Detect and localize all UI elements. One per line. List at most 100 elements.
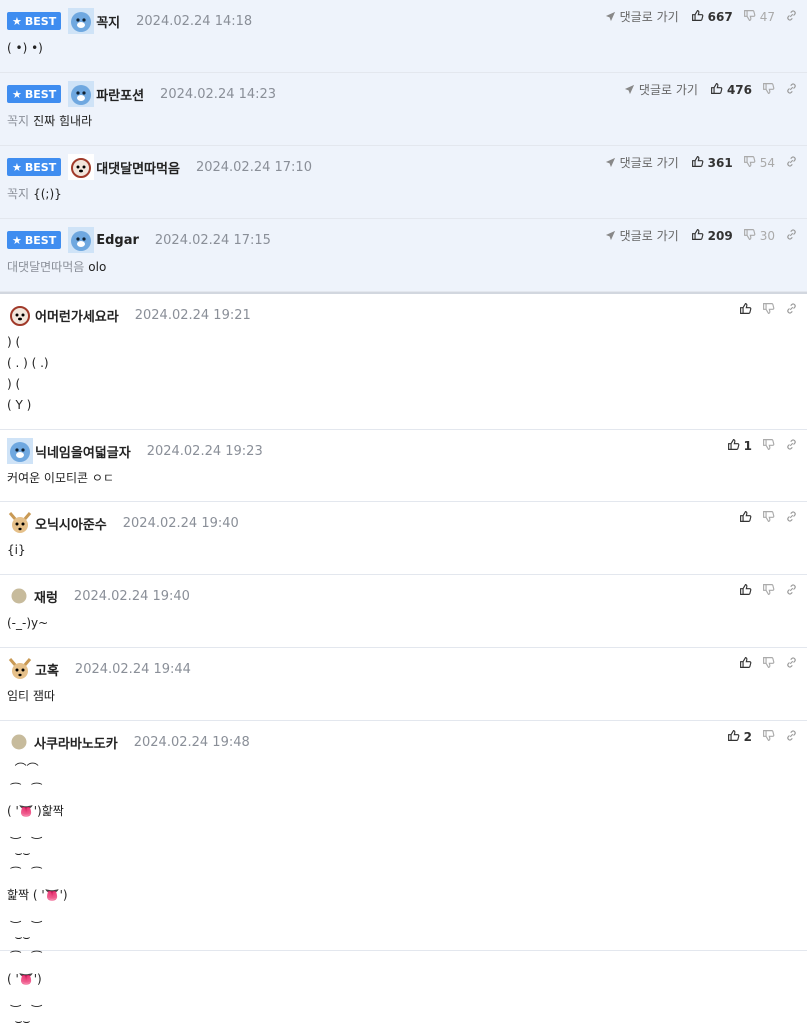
thumbs-down-icon [762,729,775,745]
dislike-button[interactable]: 30 [743,228,775,244]
thumbs-up-icon [727,438,740,454]
chihuahua-avatar[interactable] [7,656,33,682]
dislike-button[interactable] [762,583,775,599]
link-icon [785,729,798,745]
like-button[interactable] [739,656,752,672]
default-avatar[interactable] [11,588,27,604]
comment-header: ★ BEST 대댓달면따먹음 2024.02.24 17:10 [7,154,312,180]
like-button[interactable]: 1 [727,438,752,454]
dislike-button[interactable]: 47 [743,9,775,25]
mention-nickname[interactable]: 대댓달면따먹음 [7,260,84,274]
nickname[interactable]: 파란포션 [96,85,144,104]
thumbs-down-icon [762,82,775,98]
share-link-button[interactable] [785,510,798,526]
share-link-button[interactable] [785,155,798,171]
blue-bear-avatar[interactable] [68,81,95,107]
dislike-count: 47 [759,9,775,24]
like-button[interactable]: 209 [691,228,733,244]
comment-header: 사쿠라바노도카 2024.02.24 19:48 [7,729,250,755]
like-count: 209 [707,228,733,243]
comment-header: 고혹 2024.02.24 19:44 [7,656,191,682]
dislike-count: 30 [759,228,775,243]
comment-text: 진짜 힘내라 [33,114,93,128]
comment-body: 대댓달면따먹음 olo [7,257,106,278]
dislike-button[interactable] [762,729,775,745]
share-link-button[interactable] [785,82,798,98]
link-icon [785,82,798,98]
thumbs-up-icon [691,9,704,25]
best-badge-label: BEST [24,160,57,174]
thumbs-down-icon [743,9,756,25]
chihuahua-avatar[interactable] [7,510,33,536]
nickname[interactable]: 고혹 [35,660,59,679]
comment-date: 2024.02.24 19:23 [146,443,263,459]
dislike-button[interactable] [762,82,775,98]
reply-link-button[interactable]: 댓글로 가기 [605,154,679,171]
thumbs-up-icon [739,302,752,318]
reply-link-button[interactable]: 댓글로 가기 [605,8,679,25]
thumbs-up-icon [739,656,752,672]
blue-bear-avatar[interactable] [7,438,33,464]
share-link-button[interactable] [785,656,798,672]
link-icon [785,510,798,526]
like-button[interactable] [739,302,752,318]
comment-body: ( •) •) [7,38,43,59]
link-icon [785,228,798,244]
nickname[interactable]: 꼭지 [96,12,120,31]
comment-text: (-_-)y~ [7,616,49,630]
like-button[interactable] [739,583,752,599]
best-badge: ★ BEST [7,85,62,103]
best-badge-label: BEST [24,14,57,28]
like-button[interactable]: 2 [727,729,752,745]
dislike-button[interactable] [762,656,775,672]
comment-date: 2024.02.24 17:15 [154,232,271,248]
comment-body: 커여운 이모티콘 ㅇㄷ [7,468,114,489]
comment-actions [729,656,798,672]
comment-date: 2024.02.24 19:40 [73,588,190,604]
dislike-button[interactable] [762,438,775,454]
share-link-button[interactable] [785,438,798,454]
link-icon [785,656,798,672]
dislike-button[interactable]: 54 [743,155,775,171]
thumbs-up-icon [710,82,723,98]
reply-link-button[interactable]: 댓글로 가기 [624,81,698,98]
nickname[interactable]: 재렁 [34,587,58,606]
like-button[interactable]: 667 [691,9,733,25]
nickname[interactable]: 사쿠라바노도카 [34,733,118,752]
comment-date: 2024.02.24 19:44 [74,661,191,677]
mention-nickname[interactable]: 꼭지 [7,187,29,201]
dislike-button[interactable] [762,510,775,526]
default-avatar[interactable] [11,734,27,750]
nickname[interactable]: 어머런가세요라 [35,306,119,325]
comment-date: 2024.02.24 19:48 [133,734,250,750]
like-button[interactable] [739,510,752,526]
reply-link-label: 댓글로 가기 [619,10,679,24]
comment-actions: 댓글로 가기 209 30 [605,227,798,244]
reply-link-label: 댓글로 가기 [619,229,679,243]
share-link-button[interactable] [785,9,798,25]
mention-nickname[interactable]: 꼭지 [7,114,29,128]
share-link-button[interactable] [785,302,798,318]
dog-avatar[interactable] [68,154,95,180]
reply-link-button[interactable]: 댓글로 가기 [605,227,679,244]
blue-bear-avatar[interactable] [68,227,95,253]
share-link-button[interactable] [785,228,798,244]
comment-text: {i} [7,543,26,557]
thumbs-up-icon [691,155,704,171]
nickname[interactable]: Edgar [96,233,139,248]
reply-link-label: 댓글로 가기 [619,156,679,170]
like-button[interactable]: 361 [691,155,733,171]
nickname[interactable]: 대댓달면따먹음 [96,158,180,177]
comment-header: ★ BEST 파란포션 2024.02.24 14:23 [7,81,276,107]
best-comment: ★ BEST Edgar 2024.02.24 17:15 댓글로 가기 209 30 대댓달… [0,219,807,292]
share-link-button[interactable] [785,729,798,745]
like-button[interactable]: 476 [710,82,752,98]
best-badge: ★ BEST [7,158,62,176]
dog-avatar[interactable] [7,302,33,328]
nickname[interactable]: 닉네임을여덟글자 [35,442,131,461]
nickname[interactable]: 오닉시아준수 [35,514,107,533]
thumbs-down-icon [743,228,756,244]
share-link-button[interactable] [785,583,798,599]
blue-bear-avatar[interactable] [68,8,95,34]
dislike-button[interactable] [762,302,775,318]
